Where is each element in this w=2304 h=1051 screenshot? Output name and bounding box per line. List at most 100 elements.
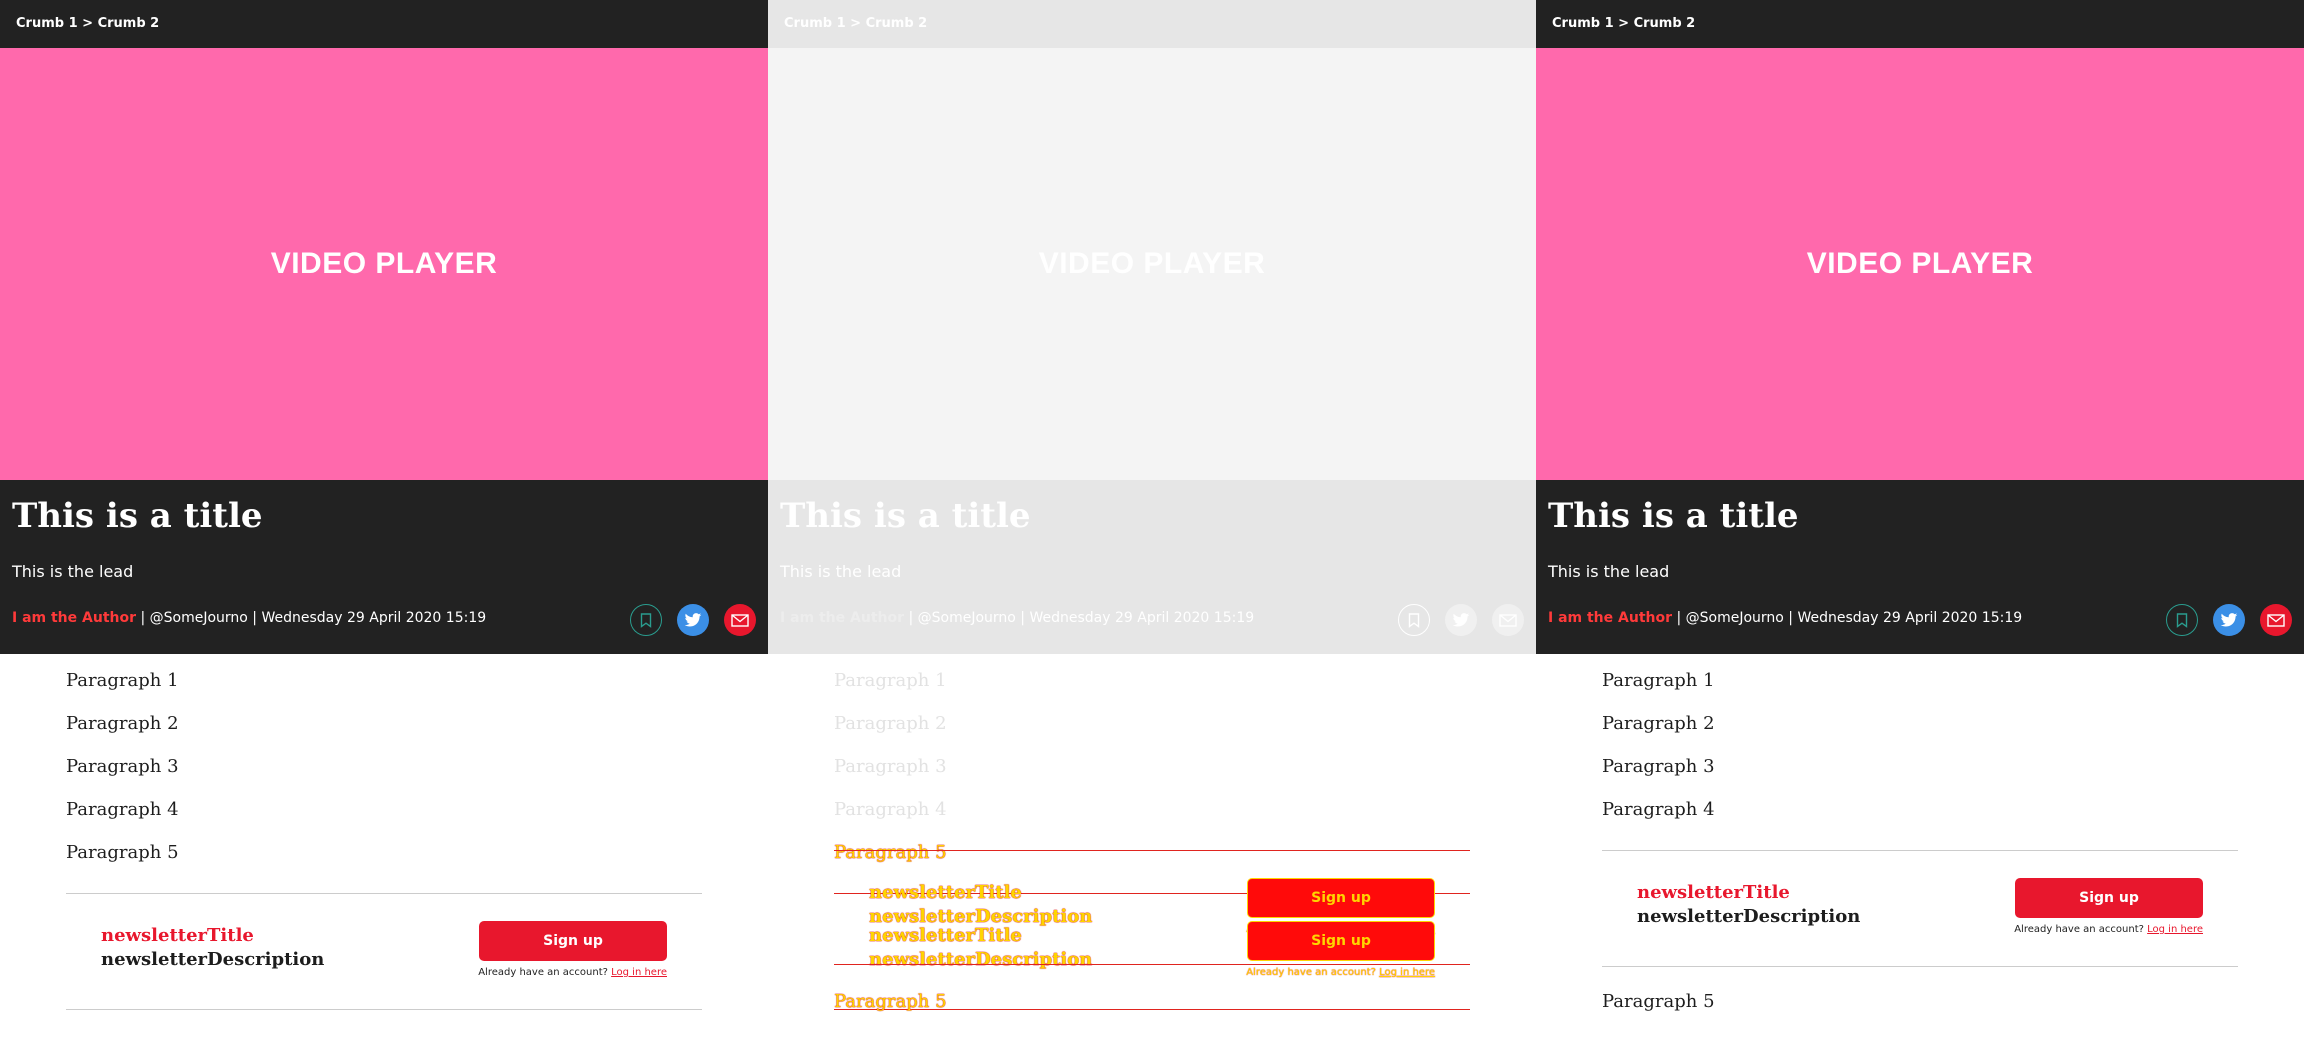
paragraph: Paragraph 3 [834, 756, 947, 777]
video-player[interactable]: VIDEO PLAYER [1536, 48, 2304, 480]
byline-separator: | [1783, 610, 1798, 626]
login-link[interactable]: Log in here [611, 967, 667, 978]
author-link[interactable]: I am the Author [1548, 610, 1672, 626]
twitter-share-button[interactable] [1445, 604, 1477, 636]
byline-separator: | [904, 610, 918, 626]
twitter-share-button[interactable] [677, 604, 709, 636]
publish-date: Wednesday 29 April 2020 15:19 [1029, 610, 1255, 626]
byline-separator: | [136, 610, 150, 626]
byline-separator: | [1672, 610, 1686, 626]
article-panel-left: Crumb 1 > Crumb 2 VIDEO PLAYER This is a… [0, 0, 768, 1051]
signup-button[interactable]: Sign up [479, 921, 667, 961]
twitter-share-button[interactable] [2213, 604, 2245, 636]
article-lead: This is the lead [780, 562, 902, 581]
paragraph: Paragraph 3 [1602, 756, 1715, 777]
article-lead: This is the lead [1548, 562, 1670, 581]
newsletter-title: newsletterTitle [1637, 882, 1790, 903]
paragraph: Paragraph 1 [1602, 670, 1715, 691]
save-button[interactable] [630, 604, 662, 636]
byline: I am the Author | @SomeJourno | Wednesda… [1548, 610, 2022, 626]
share-buttons [630, 604, 756, 636]
paragraph: Paragraph 4 [1602, 799, 1715, 820]
breadcrumb[interactable]: Crumb 1 > Crumb 2 [1536, 0, 2304, 48]
paragraph: Paragraph 3 [66, 756, 179, 777]
twitter-icon [684, 612, 702, 626]
newsletter-divider-top [1602, 850, 2238, 851]
article-header: This is a title This is the lead I am th… [1536, 480, 2304, 654]
newsletter-title: newsletterTitle [101, 925, 254, 946]
paragraph: Paragraph 5 [834, 842, 947, 863]
paragraph: Paragraph 2 [834, 713, 947, 734]
article-header: This is a title This is the lead I am th… [768, 480, 1536, 654]
newsletter-description: newsletterDescription [101, 949, 325, 970]
breadcrumb[interactable]: Crumb 1 > Crumb 2 [0, 0, 768, 48]
newsletter-divider-bottom [1602, 966, 2238, 967]
newsletter-description: newsletterDescription [1637, 906, 1861, 927]
save-button[interactable] [1398, 604, 1430, 636]
publish-date: Wednesday 29 April 2020 15:19 [1797, 610, 2023, 626]
newsletter-description: newsletterDescription [869, 906, 1093, 927]
email-share-button[interactable] [724, 604, 756, 636]
login-prompt-text: Already have an account? [478, 967, 612, 978]
signup-button[interactable]: Sign up [1247, 878, 1435, 918]
signup-button[interactable]: Sign up [2015, 878, 2203, 918]
breadcrumb[interactable]: Crumb 1 > Crumb 2 [768, 0, 1536, 48]
newsletter-title: newsletterTitle [869, 882, 1022, 903]
byline: I am the Author | @SomeJourno | Wednesda… [12, 610, 486, 626]
login-prompt: Already have an account? Log in here [2014, 924, 2203, 935]
bookmark-icon [1408, 612, 1420, 628]
twitter-icon [2220, 612, 2238, 626]
article-header: This is a title This is the lead I am th… [0, 480, 768, 654]
paragraph: Paragraph 1 [66, 670, 179, 691]
newsletter-divider-top [66, 893, 702, 894]
debug-outline-line [834, 850, 1470, 851]
email-icon [1499, 613, 1517, 627]
paragraph: Paragraph 5 [834, 991, 947, 1012]
newsletter-divider-bottom [66, 1009, 702, 1010]
share-buttons [2166, 604, 2292, 636]
email-icon [731, 613, 749, 627]
video-player[interactable]: VIDEO PLAYER [768, 48, 1536, 480]
newsletter-title: newsletterTitle [869, 925, 1022, 946]
paragraph: Paragraph 4 [834, 799, 947, 820]
twitter-handle[interactable]: @SomeJourno [150, 610, 248, 626]
newsletter-description: newsletterDescription [869, 949, 1093, 970]
save-button[interactable] [2166, 604, 2198, 636]
email-share-button[interactable] [1492, 604, 1524, 636]
twitter-handle[interactable]: @SomeJourno [918, 610, 1016, 626]
email-icon [2267, 613, 2285, 627]
email-share-button[interactable] [2260, 604, 2292, 636]
author-link[interactable]: I am the Author [12, 610, 136, 626]
login-link[interactable]: Log in here [2147, 924, 2203, 935]
page-title: This is a title [12, 496, 263, 536]
login-prompt-text: Already have an account? [2014, 924, 2148, 935]
share-buttons [1398, 604, 1524, 636]
paragraph: Paragraph 5 [1602, 991, 1715, 1012]
video-player-label: VIDEO PLAYER [1806, 247, 2034, 280]
login-prompt: Already have an account? Log in here [478, 967, 667, 978]
login-prompt-text: Already have an account? [1246, 967, 1380, 978]
paragraph: Paragraph 1 [834, 670, 947, 691]
byline-separator: | [1015, 610, 1030, 626]
video-player-label: VIDEO PLAYER [1038, 247, 1266, 280]
paragraph: Paragraph 2 [66, 713, 179, 734]
debug-outline-line [834, 964, 1470, 965]
video-player[interactable]: VIDEO PLAYER [0, 48, 768, 480]
login-prompt: Already have an account? Log in here [1246, 967, 1435, 978]
twitter-icon [1452, 612, 1470, 626]
bookmark-icon [2176, 612, 2188, 628]
twitter-handle[interactable]: @SomeJourno [1686, 610, 1784, 626]
author-link[interactable]: I am the Author [780, 610, 904, 626]
byline-separator: | [247, 610, 262, 626]
signup-button[interactable]: Sign up [1247, 921, 1435, 961]
paragraph: Paragraph 4 [66, 799, 179, 820]
byline: I am the Author | @SomeJourno | Wednesda… [780, 610, 1254, 626]
paragraph: Paragraph 5 [66, 842, 179, 863]
publish-date: Wednesday 29 April 2020 15:19 [261, 610, 487, 626]
video-player-label: VIDEO PLAYER [270, 247, 498, 280]
article-panel-middle: Crumb 1 > Crumb 2 VIDEO PLAYER This is a… [768, 0, 1536, 1051]
login-link[interactable]: Log in here [1379, 967, 1435, 978]
page-title: This is a title [1548, 496, 1799, 536]
paragraph: Paragraph 2 [1602, 713, 1715, 734]
page-title: This is a title [780, 496, 1031, 536]
